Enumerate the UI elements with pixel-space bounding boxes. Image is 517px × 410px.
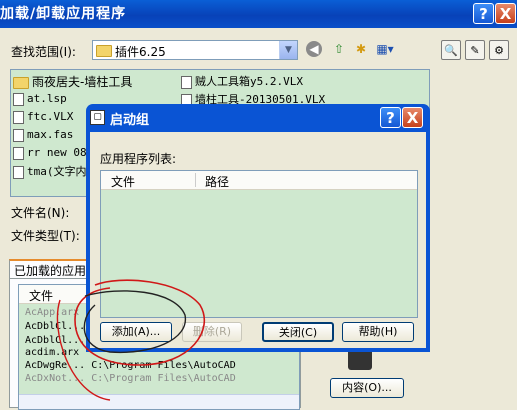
annotation-scribble <box>56 279 206 401</box>
